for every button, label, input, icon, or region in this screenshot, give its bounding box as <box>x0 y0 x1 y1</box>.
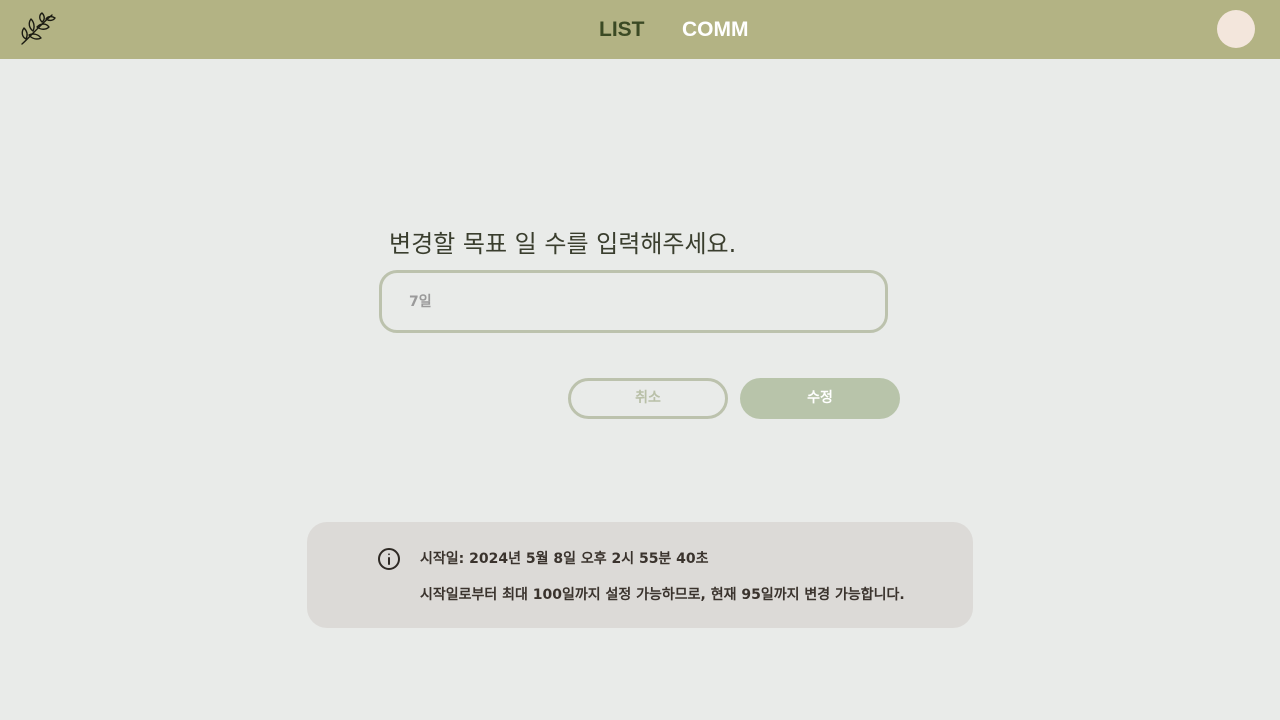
user-avatar[interactable] <box>1217 10 1255 48</box>
leaf-branch-icon[interactable] <box>18 11 56 47</box>
goal-days-input[interactable] <box>379 270 888 333</box>
top-nav-bar: LIST COMM <box>0 0 1280 59</box>
cancel-button[interactable]: 취소 <box>568 378 728 419</box>
nav-comm-link[interactable]: COMM <box>682 0 749 59</box>
form-prompt: 변경할 목표 일 수를 입력해주세요. <box>389 230 737 258</box>
start-date-text: 시작일: 2024년 5월 8일 오후 2시 55분 40초 <box>420 551 709 567</box>
limit-text: 시작일로부터 최대 100일까지 설정 가능하므로, 현재 95일까지 변경 가… <box>420 587 905 603</box>
info-circle-icon <box>377 547 401 571</box>
nav-list-link[interactable]: LIST <box>599 0 645 59</box>
info-box: 시작일: 2024년 5월 8일 오후 2시 55분 40초 시작일로부터 최대… <box>307 522 973 628</box>
submit-button[interactable]: 수정 <box>740 378 900 419</box>
